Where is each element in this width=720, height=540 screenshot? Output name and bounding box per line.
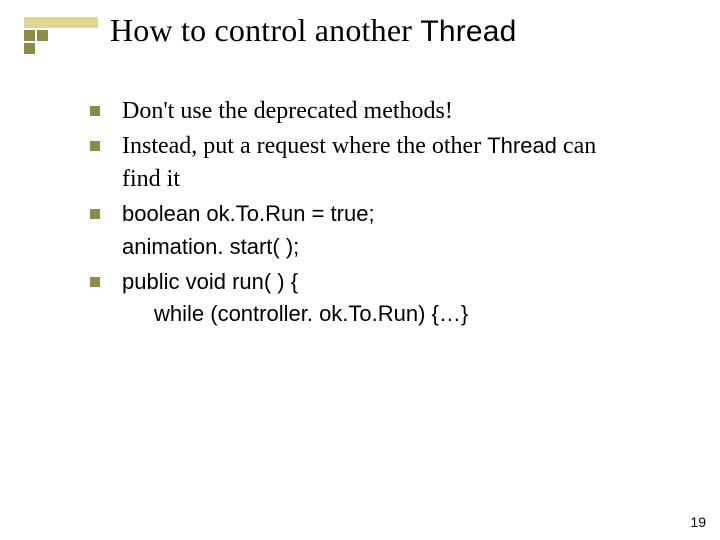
list-item: Instead, put a request where the other T… bbox=[90, 130, 665, 195]
bullet-icon bbox=[90, 277, 100, 287]
list-item-text: Don't use the deprecated methods! bbox=[122, 95, 453, 127]
list-item-text: Instead, put a request where the other T… bbox=[122, 130, 596, 195]
list-item: public void run( ) { while (controller. … bbox=[90, 266, 665, 331]
bullet-icon bbox=[90, 106, 100, 116]
list-item: Don't use the deprecated methods! bbox=[90, 95, 665, 127]
title-text-1: How to control another bbox=[110, 12, 420, 48]
page-number: 19 bbox=[690, 514, 706, 530]
list-item: boolean ok.To.Run = true; animation. sta… bbox=[90, 198, 665, 263]
title-text-2: Thread bbox=[420, 15, 516, 48]
line-mono: Thread bbox=[487, 133, 557, 158]
list-item-text: public void run( ) { while (controller. … bbox=[122, 266, 468, 331]
line: public void run( ) { bbox=[122, 269, 298, 294]
line: while (controller. ok.To.Run) {…} bbox=[154, 301, 468, 326]
line: boolean ok.To.Run = true; bbox=[122, 201, 375, 226]
list-item-text: boolean ok.To.Run = true; animation. sta… bbox=[122, 198, 375, 263]
bullet-list: Don't use the deprecated methods! Instea… bbox=[90, 95, 665, 334]
line: Instead, put a request where the other bbox=[122, 133, 487, 159]
line: Don't use the deprecated methods! bbox=[122, 98, 453, 124]
title-decoration bbox=[24, 17, 99, 51]
line: find it bbox=[122, 166, 180, 192]
bullet-icon bbox=[90, 209, 100, 219]
line: animation. start( ); bbox=[122, 234, 299, 259]
page-title: How to control another Thread bbox=[110, 12, 517, 49]
bullet-icon bbox=[90, 141, 100, 151]
line: can bbox=[557, 133, 596, 159]
